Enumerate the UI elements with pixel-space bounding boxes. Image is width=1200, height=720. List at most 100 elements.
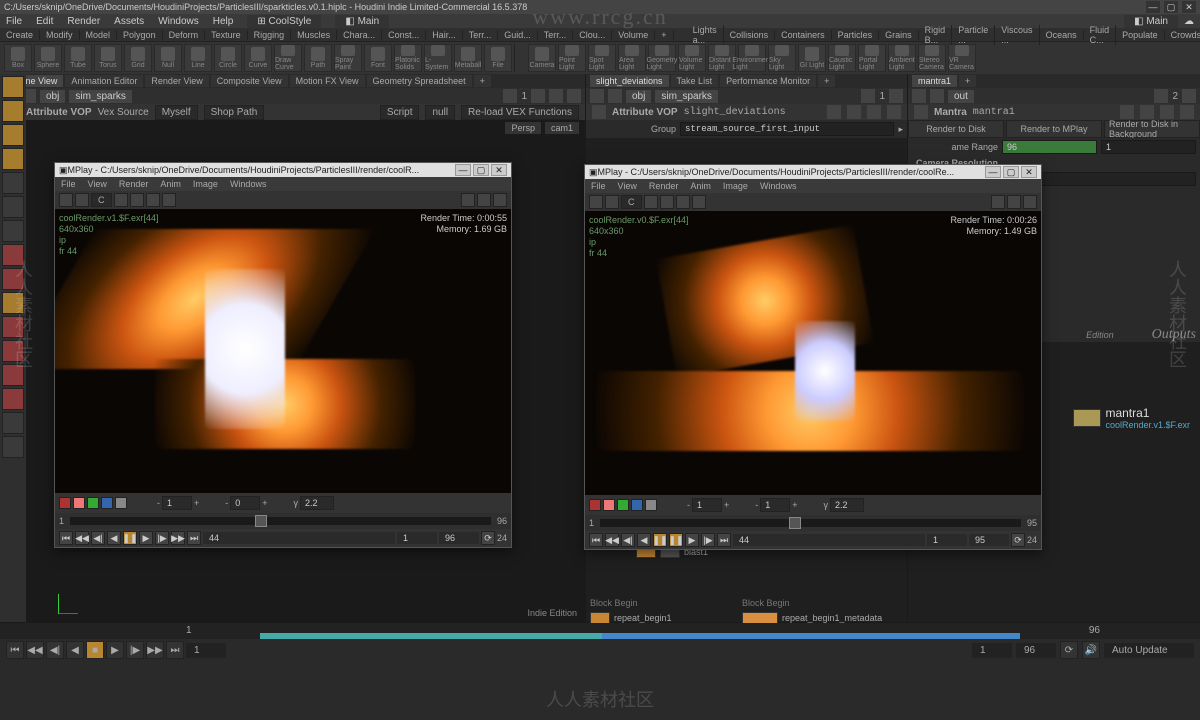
menu-file[interactable]: File [6,16,22,27]
shelf-tab[interactable]: Texture [205,30,248,40]
shelf-tab[interactable]: Particle ... [952,25,995,45]
shop-path[interactable]: Shop Path [204,105,265,120]
help-icon[interactable] [1180,105,1194,119]
close-button[interactable]: ✕ [1182,1,1196,13]
tool-stereocam[interactable]: Stereo Camera [918,44,946,72]
shelf-tab[interactable]: Fluid C... [1084,25,1117,45]
select-tool[interactable] [2,76,24,98]
group-field[interactable]: stream_source_first_input [680,122,894,136]
tab-renderview[interactable]: Render View [145,75,208,87]
fit-icon[interactable] [660,195,674,209]
menu-windows[interactable]: Windows [760,181,797,191]
operator-icon[interactable] [914,105,928,119]
contrast-icon[interactable] [659,499,671,511]
maximize-button[interactable]: ▢ [1003,166,1019,178]
next-button[interactable]: |▶ [155,531,169,545]
menu-file[interactable]: File [61,179,76,189]
tool-tube[interactable]: Tube [64,44,92,72]
loop-icon[interactable]: ⟳ [481,531,495,545]
single-icon[interactable] [1023,195,1037,209]
contrast-icon[interactable] [129,497,141,509]
green-swatch[interactable] [87,497,99,509]
gray-swatch[interactable] [115,497,127,509]
single-icon[interactable] [493,193,507,207]
flipbook-tool[interactable] [2,268,24,290]
uv-tool[interactable] [2,388,24,410]
menu-help[interactable]: Help [213,16,234,27]
shelf-tab-add[interactable]: + [655,30,673,40]
pause-button[interactable]: ❚❚ [653,533,667,547]
rotate-tool[interactable] [2,124,24,146]
back-icon[interactable] [590,89,604,103]
maximize-button[interactable]: ▢ [473,164,489,176]
tool-spotlight[interactable]: Spot Light [588,44,616,72]
path-out[interactable]: out [948,90,974,103]
bw-icon[interactable] [211,497,223,509]
tool-font[interactable]: Font [364,44,392,72]
menu-image[interactable]: Image [723,181,748,191]
prev-key-button[interactable]: ◀◀ [26,641,44,659]
next-frame-button[interactable]: |▶ [126,641,144,659]
close-button[interactable]: ✕ [491,164,507,176]
main-menu-selector[interactable]: ◧ Main [335,15,389,28]
play-button[interactable]: ▶ [139,531,153,545]
shelf-tab[interactable]: Create [0,30,40,40]
red-swatch[interactable] [589,499,601,511]
menu-render[interactable]: Render [67,16,100,27]
tab-geospread[interactable]: Geometry Spreadsheet [367,75,472,87]
op-name[interactable]: slight_deviations [684,107,786,118]
playback-button[interactable]: ◀ [637,533,651,547]
start-frame[interactable]: 1 [397,532,437,544]
tool-camera[interactable]: Camera [528,44,556,72]
audio-icon[interactable]: 🔊 [1082,641,1100,659]
shelf-tab[interactable]: Rigging [248,30,292,40]
cloud-icon[interactable]: ☁ [1184,16,1194,27]
sculpt-tool[interactable] [2,364,24,386]
path-node[interactable]: sim_sparks [69,90,132,103]
prevk-button[interactable]: ◀◀ [605,533,619,547]
info-icon[interactable] [162,193,176,207]
menu-edit[interactable]: Edit [36,16,53,27]
blue-swatch[interactable] [101,497,113,509]
info-icon[interactable] [1160,105,1174,119]
tool-null[interactable]: Null [154,44,182,72]
view-tool[interactable] [2,196,24,218]
search-icon[interactable] [847,105,861,119]
stop-icon[interactable] [810,499,822,511]
scope-select[interactable]: Myself [155,105,198,120]
light-tool[interactable] [2,412,24,434]
info-icon[interactable] [692,195,706,209]
first-button[interactable]: ⏮ [59,531,73,545]
operator-icon[interactable] [592,105,606,119]
realtime-icon[interactable]: ⟳ [1060,641,1078,659]
frame-end-field[interactable]: 1 [1101,140,1196,154]
gear-icon[interactable] [1182,89,1196,103]
inspect-tool[interactable] [2,292,24,314]
next-key-button[interactable]: ▶▶ [146,641,164,659]
pin-icon[interactable] [861,89,875,103]
shelf-tab[interactable]: Modify [40,30,80,40]
render-tool[interactable] [2,244,24,266]
help-icon[interactable] [887,105,901,119]
shelf-tab[interactable]: Hair... [426,30,463,40]
script-field[interactable]: Script [380,105,420,120]
shelf-tab[interactable]: Const... [382,30,426,40]
path-node[interactable]: sim_sparks [655,90,718,103]
bright-field[interactable]: 1 [692,498,722,512]
prev-button[interactable]: ◀| [621,533,635,547]
end-frame[interactable]: 95 [969,534,1009,546]
pink-swatch[interactable] [73,497,85,509]
shelf-tab[interactable]: Chara... [337,30,382,40]
shelf-tab[interactable]: Clou... [573,30,612,40]
open-icon[interactable] [59,193,73,207]
start-frame[interactable]: 1 [927,534,967,546]
play-button[interactable]: ▶ [685,533,699,547]
channel-sel[interactable]: C [91,193,112,207]
last-button[interactable]: ⏭ [187,531,201,545]
tool-torus[interactable]: Torus [94,44,122,72]
tab-slightdev[interactable]: slight_deviations [590,75,669,87]
fit-icon[interactable] [130,193,144,207]
last-frame-button[interactable]: ⏭ [166,641,184,659]
render-bg-button[interactable]: Render to Disk in Background [1104,120,1200,138]
render-mplay-button[interactable]: Render to MPlay [1006,120,1102,138]
